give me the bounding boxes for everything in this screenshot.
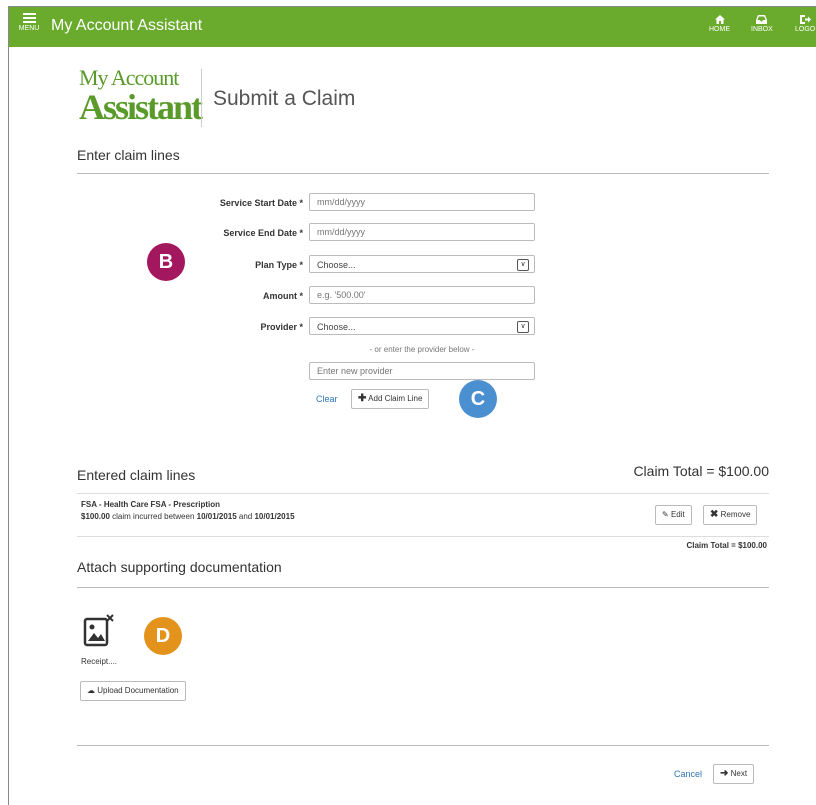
upload-documentation-button[interactable]: ☁ Upload Documentation — [80, 681, 186, 701]
logo-line-1: My Account — [79, 65, 179, 90]
page-title: Submit a Claim — [213, 87, 356, 110]
next-button[interactable]: ➜ Next — [713, 764, 755, 784]
new-provider-input[interactable] — [309, 362, 535, 380]
divider — [77, 173, 769, 174]
menu-label: MENU — [18, 25, 40, 32]
attached-file-label: Receipt.... — [81, 657, 118, 666]
entered-claim-lines-heading: Entered claim lines — [77, 467, 196, 483]
remove-button[interactable]: ✖ Remove — [703, 505, 758, 525]
app-title: My Account Assistant — [51, 17, 203, 34]
plan-type-label: Plan Type * — [255, 260, 303, 270]
provider-select[interactable]: Choose... ∨ — [309, 317, 535, 335]
amount-input[interactable] — [309, 286, 535, 304]
claim-line-row: FSA - Health Care FSA - Prescription $10… — [77, 493, 769, 537]
plan-type-value: Choose... — [317, 260, 356, 270]
hamburger-icon — [22, 13, 36, 23]
close-icon: ✖ — [710, 509, 719, 520]
app-window: MENU My Account Assistant HOME INBOX LOG… — [8, 6, 816, 805]
or-text: - or enter the provider below - — [369, 345, 475, 354]
plus-icon: ✚ — [358, 393, 367, 404]
attach-heading: Attach supporting documentation — [77, 559, 282, 575]
nav-home[interactable]: HOME — [709, 15, 730, 34]
badge-d: D — [144, 617, 182, 655]
logo: My Account Assistant — [79, 65, 203, 127]
nav-logout[interactable]: LOGO — [795, 15, 815, 34]
arrow-right-icon: ➜ — [720, 768, 729, 779]
start-date-input[interactable] — [309, 193, 535, 211]
edit-icon: ✎ — [662, 510, 669, 519]
claim-total-bottom: Claim Total = $100.00 — [686, 541, 767, 550]
badge-c: C — [459, 380, 497, 418]
claim-line-title: FSA - Health Care FSA - Prescription — [81, 500, 220, 509]
claim-line-detail: $100.00 claim incurred between 10/01/201… — [81, 512, 295, 521]
logout-icon — [799, 15, 811, 24]
nav-logout-label: LOGO — [795, 26, 816, 33]
chevron-down-icon: ∨ — [517, 321, 529, 333]
inbox-icon — [756, 15, 768, 24]
edit-button[interactable]: ✎ Edit — [655, 505, 692, 525]
claim-total-top: Claim Total = $100.00 — [633, 463, 769, 479]
cloud-upload-icon: ☁ — [87, 686, 95, 695]
end-date-label: Service End Date * — [223, 228, 303, 238]
divider — [77, 745, 769, 746]
add-claim-line-label: Add Claim Line — [368, 394, 423, 403]
menu-button[interactable]: MENU — [15, 11, 43, 33]
provider-label: Provider * — [260, 322, 303, 332]
next-label: Next — [730, 769, 748, 778]
logo-divider — [201, 69, 202, 127]
edit-label: Edit — [670, 510, 685, 519]
remove-label: Remove — [720, 510, 751, 519]
enter-claim-lines-heading: Enter claim lines — [77, 147, 180, 163]
top-bar: MENU My Account Assistant HOME INBOX LOG… — [9, 7, 816, 47]
amount-label: Amount * — [262, 291, 303, 301]
badge-b: B — [147, 243, 185, 281]
home-icon — [714, 15, 725, 24]
plan-type-select[interactable]: Choose... ∨ — [309, 255, 535, 273]
image-file-icon[interactable] — [81, 613, 117, 649]
divider — [77, 587, 769, 588]
cancel-link[interactable]: Cancel — [674, 769, 702, 779]
nav-home-label: HOME — [709, 26, 730, 33]
logo-line-2: Assistant — [79, 87, 203, 127]
nav-inbox-label: INBOX — [751, 26, 773, 33]
start-date-label: Service Start Date * — [219, 198, 303, 208]
provider-value: Choose... — [317, 322, 356, 332]
add-claim-line-button[interactable]: ✚ Add Claim Line — [351, 389, 430, 409]
clear-link[interactable]: Clear — [316, 394, 338, 404]
nav-inbox[interactable]: INBOX — [751, 15, 773, 34]
chevron-down-icon: ∨ — [517, 259, 529, 271]
upload-label: Upload Documentation — [97, 686, 179, 695]
end-date-input[interactable] — [309, 223, 535, 241]
